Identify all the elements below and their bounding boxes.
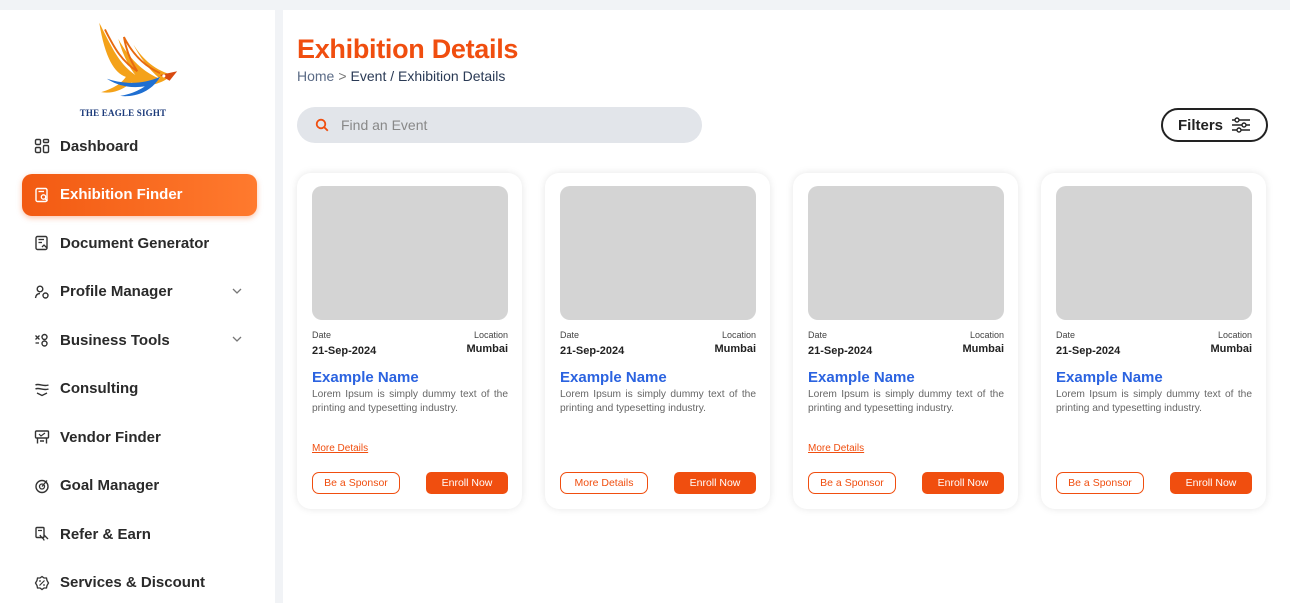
page-title: Exhibition Details [297, 34, 519, 64]
sidebar-item-label: Business Tools [60, 331, 170, 349]
sidebar-item-dashboard[interactable]: Dashboard [22, 125, 257, 167]
more-details-link[interactable]: More Details [808, 443, 864, 454]
event-card[interactable]: Date Location 21-Sep-2024 Mumbai Example… [545, 173, 770, 509]
vendor-finder-icon [34, 429, 50, 445]
breadcrumb-separator: > [338, 68, 347, 84]
filters-label: Filters [1177, 116, 1223, 134]
eagle-logo[interactable]: THE EAGLE SIGHT [58, 18, 188, 118]
event-location: Mumbai [1210, 343, 1252, 355]
event-image-placeholder [560, 186, 756, 320]
main-content: Exhibition Details Home > Event / Exhibiti… [275, 10, 1290, 603]
event-name[interactable]: Example Name [560, 369, 667, 386]
more-details-button[interactable]: More Details [560, 472, 648, 494]
sidebar-item-services-discount[interactable]: Services & Discount [22, 562, 257, 603]
sidebar-item-label: Services & Discount [60, 574, 206, 591]
sidebar-item-business-tools[interactable]: Business Tools [22, 319, 257, 361]
enroll-now-button[interactable]: Enroll Now [922, 472, 1004, 494]
enroll-now-button[interactable]: Enroll Now [426, 472, 508, 494]
event-name[interactable]: Example Name [1056, 369, 1163, 386]
event-image-placeholder [1056, 186, 1252, 320]
breadcrumb: Home > Event / Exhibition Details [297, 68, 505, 84]
sidebar-nav: Dashboard Exhibition Finder Document Gen… [22, 125, 257, 603]
event-image-placeholder [312, 186, 508, 320]
be-a-sponsor-button[interactable]: Be a Sponsor [1056, 472, 1144, 494]
be-a-sponsor-button[interactable]: Be a Sponsor [808, 472, 896, 494]
enroll-now-button[interactable]: Enroll Now [1170, 472, 1252, 494]
search-input[interactable]: Find an Event [297, 107, 702, 143]
event-card[interactable]: Date Location 21-Sep-2024 Mumbai Example… [1041, 173, 1266, 509]
sliders-icon [1232, 117, 1250, 133]
sidebar-item-exhibition-finder[interactable]: Exhibition Finder [22, 173, 257, 216]
profile-manager-icon [34, 284, 50, 300]
sidebar-item-label: Exhibition Finder [60, 186, 183, 203]
event-location: Mumbai [962, 343, 1004, 355]
refer-earn-icon [34, 526, 50, 542]
enroll-now-button[interactable]: Enroll Now [674, 472, 756, 494]
sidebar-item-consulting[interactable]: Consulting [22, 368, 257, 410]
services-discount-icon [34, 575, 50, 591]
filters-button[interactable]: Filters [1161, 108, 1268, 142]
event-card-grid: Date Location 21-Sep-2024 Mumbai Example… [297, 173, 1277, 513]
search-icon [315, 118, 329, 132]
sidebar-item-label: Document Generator [60, 234, 210, 252]
more-details-link[interactable]: More Details [312, 443, 368, 454]
event-date: 21-Sep-2024 [808, 345, 873, 357]
breadcrumb-current: Event / Exhibition Details [350, 68, 506, 84]
sidebar-item-label: Consulting [60, 380, 139, 397]
event-card[interactable]: Date Location 21-Sep-2024 Mumbai Example… [297, 173, 522, 509]
event-date: 21-Sep-2024 [560, 345, 625, 357]
sidebar: THE EAGLE SIGHT Dashboard Exhibition Fin… [0, 10, 275, 603]
sidebar-item-profile-manager[interactable]: Profile Manager [22, 271, 257, 313]
eagle-logo-icon [99, 22, 178, 97]
event-description: Lorem Ipsum is simply dummy text of the … [312, 389, 508, 414]
sidebar-item-goal-manager[interactable]: Goal Manager [22, 465, 257, 507]
dashboard-icon [34, 138, 50, 154]
sidebar-item-label: Dashboard [60, 137, 139, 155]
date-label: Date [312, 330, 332, 340]
sidebar-item-label: Goal Manager [60, 477, 160, 494]
event-date: 21-Sep-2024 [1056, 345, 1121, 357]
event-date: 21-Sep-2024 [312, 345, 377, 357]
event-card[interactable]: Date Location 21-Sep-2024 Mumbai Example… [793, 173, 1018, 509]
goal-manager-icon [34, 478, 50, 494]
exhibition-finder-icon [34, 187, 50, 203]
sidebar-item-vendor-finder[interactable]: Vendor Finder [22, 416, 257, 458]
event-description: Lorem Ipsum is simply dummy text of the … [808, 389, 1004, 414]
sidebar-item-label: Vendor Finder [60, 428, 161, 446]
business-tools-icon [34, 332, 50, 348]
be-a-sponsor-button[interactable]: Be a Sponsor [312, 472, 400, 494]
breadcrumb-home[interactable]: Home [297, 68, 334, 84]
sidebar-item-label: Profile Manager [60, 283, 173, 300]
event-image-placeholder [808, 186, 1004, 320]
sidebar-item-document-generator[interactable]: Document Generator [22, 222, 257, 264]
date-label: Date [808, 330, 828, 340]
location-label: Location [721, 330, 756, 340]
event-description: Lorem Ipsum is simply dummy text of the … [560, 389, 756, 414]
consulting-icon [34, 381, 50, 397]
brand-name: THE EAGLE SIGHT [79, 108, 167, 118]
event-location: Mumbai [466, 343, 508, 355]
date-label: Date [560, 330, 580, 340]
location-label: Location [1217, 330, 1252, 340]
event-description: Lorem Ipsum is simply dummy text of the … [1056, 389, 1252, 414]
search-placeholder: Find an Event [341, 117, 428, 133]
sidebar-item-refer-earn[interactable]: Refer & Earn [22, 513, 257, 555]
event-name[interactable]: Example Name [808, 369, 915, 386]
location-label: Location [969, 330, 1004, 340]
chevron-down-icon[interactable] [231, 333, 243, 345]
event-name[interactable]: Example Name [312, 369, 419, 386]
sidebar-item-label: Refer & Earn [60, 525, 151, 543]
event-location: Mumbai [714, 343, 756, 355]
date-label: Date [1056, 330, 1076, 340]
location-label: Location [473, 330, 508, 340]
document-generator-icon [34, 235, 50, 251]
chevron-down-icon[interactable] [231, 285, 243, 297]
